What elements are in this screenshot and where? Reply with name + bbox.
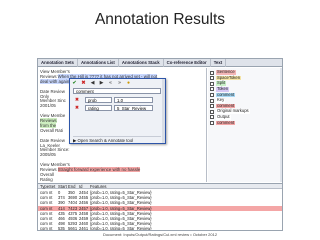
type-checkbox[interactable]: [210, 109, 214, 114]
feature-value-field[interactable]: 1.0: [114, 97, 153, 103]
tab-text[interactable]: Text: [211, 59, 227, 67]
table-cell-id: 2461: [79, 226, 89, 231]
type-checkbox[interactable]: [210, 104, 214, 109]
remove-feature-icon[interactable]: ✖: [74, 97, 80, 103]
table-row[interactable]: com nt 535 5661 2461 {prob=1.0, rating=5_Star…: [38, 226, 282, 231]
editor-toolbar: ✔ ✖ ◀ ▶ « » ●: [71, 80, 164, 87]
table-cell-set: nt: [49, 226, 53, 231]
gate-window: Annotation Sets Annotations List Annotatio…: [37, 58, 283, 231]
feature-row: ✖ prob 1.0: [73, 97, 161, 103]
annotation-type-label: Token: [216, 86, 230, 92]
document-text: Overall Rati: [40, 127, 63, 133]
type-checkbox[interactable]: [210, 98, 214, 103]
annotation-sets-panel: Sentence SpaceToken Split Token comment Key co…: [208, 68, 282, 182]
highlighted-annotation-text[interactable]: Straight forward experience with no hass…: [57, 167, 141, 172]
table-cell-type: com: [40, 226, 48, 231]
annotation-type-item[interactable]: comment: [210, 119, 236, 126]
type-checkbox[interactable]: [210, 115, 214, 120]
column-header[interactable]: Set: [49, 184, 55, 189]
open-search-annotate-button[interactable]: ▶ Open Search & Annotate tool: [73, 136, 161, 143]
right-arrow-icon[interactable]: ▶: [98, 80, 105, 86]
feature-name-field[interactable]: rating: [85, 105, 112, 111]
annotation-type-label: comment: [216, 119, 236, 126]
remove-feature-icon[interactable]: ✖: [74, 105, 80, 111]
tab-co-reference-editor[interactable]: Co-reference Editor: [164, 59, 211, 67]
type-checkbox[interactable]: [210, 70, 214, 75]
annotation-type-label: Output: [216, 114, 231, 120]
document-line: ReviewsStraight forward experience with …: [40, 167, 141, 172]
sets-panel-scrollbar[interactable]: [280, 68, 282, 182]
tab-bar: Annotation Sets Annotations List Annotatio…: [38, 59, 282, 67]
open-search-annotate-label: Open Search & Annotate tool: [77, 138, 134, 143]
tab-annotation-sets[interactable]: Annotation Sets: [38, 59, 78, 67]
slide-title: Annotation Results: [94, 11, 226, 28]
table-cell-start: 535: [58, 226, 65, 231]
document-text: deal with again: [40, 78, 70, 84]
slide-caption: Document: Inputs/Output/Ratings/Cul.xml …: [102, 232, 218, 237]
document-text: Rating: [40, 176, 53, 182]
document-text: 2001/05: [40, 103, 56, 109]
column-header[interactable]: End: [68, 184, 75, 189]
accept-icon[interactable]: ✔: [71, 80, 78, 86]
type-checkbox[interactable]: [210, 81, 214, 86]
tab-annotations-list[interactable]: Annotations List: [78, 59, 119, 67]
annotation-editor-popup: ✔ ✖ ◀ ▶ « » ● comment ✖ prob 1.0 ✖ ratin…: [69, 78, 166, 144]
annotation-type-item[interactable]: SpaceToken: [210, 75, 242, 81]
column-header[interactable]: Id: [79, 184, 83, 189]
column-header[interactable]: Features: [90, 184, 107, 189]
table-cell-features: {prob=1.0, rating=5_Star_Review}: [90, 226, 152, 231]
type-checkbox[interactable]: [210, 120, 214, 125]
table-cell-end: 5661: [68, 226, 78, 231]
feature-row: ✖ rating 5_Star_Review: [73, 105, 161, 111]
pin-icon[interactable]: ●: [125, 80, 132, 86]
document-text: 2005/05: [40, 152, 56, 158]
document-line: Rating: [40, 177, 53, 182]
table-header: Type Set Start End Id Features: [38, 184, 282, 189]
left-arrow-icon[interactable]: ◀: [89, 80, 96, 86]
document-line: Overall Rati: [40, 128, 63, 133]
extend-right-icon[interactable]: »: [116, 80, 123, 86]
column-header[interactable]: Type: [40, 184, 49, 189]
popup-scrollbar[interactable]: [162, 79, 165, 143]
type-checkbox[interactable]: [210, 76, 214, 81]
tab-annotations-stack[interactable]: Annotations Stack: [119, 59, 164, 67]
annotation-type-field[interactable]: comment: [73, 88, 161, 94]
type-checkbox[interactable]: [210, 87, 214, 92]
annotations-table: Type Set Start End Id Features com nt 0 350 2454{…: [38, 183, 282, 231]
extend-left-icon[interactable]: «: [107, 80, 114, 86]
document-line: 2005/05: [40, 152, 56, 157]
delete-icon[interactable]: ✖: [80, 80, 87, 86]
document-line: 2001/05: [40, 103, 56, 108]
type-checkbox[interactable]: [210, 92, 214, 97]
feature-name-field[interactable]: prob: [85, 97, 112, 103]
column-header[interactable]: Start: [58, 184, 67, 189]
feature-value-field[interactable]: 5_Star_Review: [114, 105, 153, 111]
